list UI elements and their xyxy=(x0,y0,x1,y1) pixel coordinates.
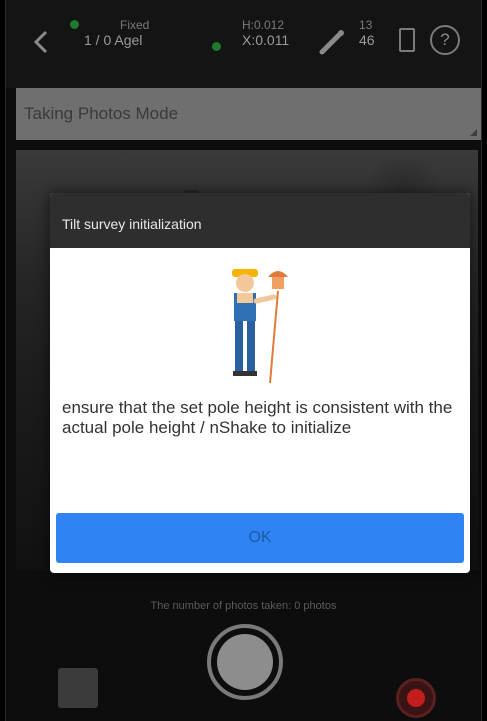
back-icon[interactable] xyxy=(28,28,56,56)
signal-status: 13 46 xyxy=(359,18,375,48)
rtk-value: X:0.011 xyxy=(242,32,290,48)
tilt-init-dialog: Tilt survey initialization ensure that t… xyxy=(50,193,470,573)
signal-value: 46 xyxy=(359,32,375,48)
battery-icon xyxy=(399,28,415,52)
satellite-value: 1 / 0 Agel xyxy=(84,32,143,48)
ok-button[interactable]: OK xyxy=(56,513,464,563)
gallery-icon[interactable] xyxy=(58,668,98,708)
dialog-message: ensure that the set pole height is consi… xyxy=(62,398,453,437)
record-icon xyxy=(407,689,425,707)
dropdown-corner-icon xyxy=(470,129,477,136)
mode-selector[interactable]: Taking Photos Mode xyxy=(16,88,481,140)
photo-count: The number of photos taken: 0 photos xyxy=(150,600,337,612)
rtk-status: H:0.012 X:0.011 xyxy=(212,18,290,51)
status-bar: Fixed 1 / 0 Agel H:0.012 X:0.011 13 46 ? xyxy=(6,0,481,88)
app-screen: Fixed 1 / 0 Agel H:0.012 X:0.011 13 46 ?… xyxy=(5,0,482,721)
surveyor-illustration xyxy=(232,269,288,384)
mode-label: Taking Photos Mode xyxy=(24,104,179,123)
satellite-icon xyxy=(70,20,79,29)
shutter-icon xyxy=(217,634,273,690)
pole-tool-icon[interactable] xyxy=(316,26,348,58)
record-button[interactable] xyxy=(396,678,436,718)
shutter-button[interactable] xyxy=(207,624,283,700)
dialog-title: Tilt survey initialization xyxy=(50,193,470,248)
signal-label: 13 xyxy=(359,18,373,32)
help-icon[interactable]: ? xyxy=(430,25,460,55)
satellite-status: Fixed 1 / 0 Agel xyxy=(70,18,149,48)
rtk-signal-icon xyxy=(212,42,221,51)
satellite-label: Fixed xyxy=(120,18,150,32)
rtk-label: H:0.012 xyxy=(242,18,285,32)
